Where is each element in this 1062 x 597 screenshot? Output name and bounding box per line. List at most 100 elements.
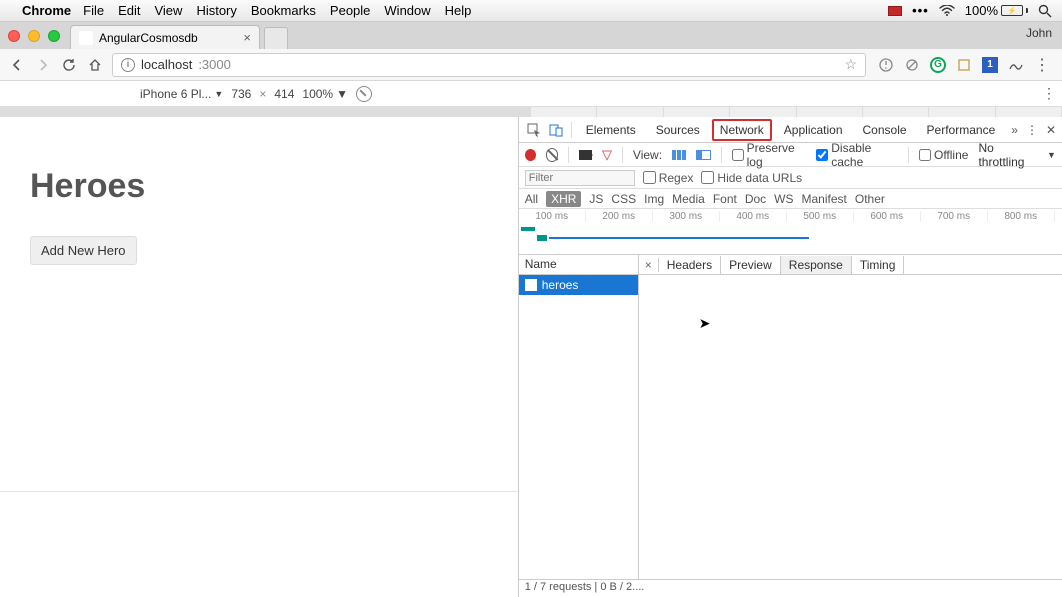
menu-view[interactable]: View: [154, 3, 182, 18]
menu-edit[interactable]: Edit: [118, 3, 140, 18]
network-timeline[interactable]: 100 ms 200 ms 300 ms 400 ms 500 ms 600 m…: [519, 209, 1062, 255]
battery-percent: 100%: [965, 3, 998, 18]
clear-icon[interactable]: [546, 148, 559, 162]
device-select[interactable]: iPhone 6 Pl...▼: [140, 87, 223, 101]
detail-body: ➤: [639, 275, 1062, 579]
detail-tab-preview[interactable]: Preview: [721, 256, 781, 274]
type-other[interactable]: Other: [855, 192, 885, 206]
type-xhr[interactable]: XHR: [546, 191, 581, 207]
chrome-menu-icon[interactable]: ⋮: [1034, 57, 1050, 73]
home-button[interactable]: [86, 56, 104, 74]
menu-history[interactable]: History: [196, 3, 236, 18]
type-doc[interactable]: Doc: [745, 192, 766, 206]
device-width[interactable]: 736: [231, 87, 251, 101]
chevron-down-icon[interactable]: ▼: [1047, 150, 1056, 160]
menu-people[interactable]: People: [330, 3, 370, 18]
forward-button[interactable]: [34, 56, 52, 74]
menubar-extra-icon[interactable]: •••: [912, 3, 929, 18]
more-tabs-icon[interactable]: »: [1007, 123, 1022, 137]
app-content: Heroes Add New Hero: [0, 117, 518, 315]
devtools: Elements Sources Network Application Con…: [519, 117, 1062, 597]
tab-sources[interactable]: Sources: [648, 119, 708, 141]
spotlight-icon[interactable]: [1038, 4, 1052, 18]
site-info-icon[interactable]: i: [121, 58, 135, 72]
filter-icon[interactable]: ▽: [602, 147, 612, 163]
tab-network[interactable]: Network: [712, 119, 772, 141]
detail-tab-timing[interactable]: Timing: [852, 256, 905, 274]
filter-input[interactable]: [525, 170, 635, 186]
extension-icon-2[interactable]: [904, 57, 920, 73]
extension-icon-6[interactable]: [1008, 57, 1024, 73]
address-bar: i localhost:3000 ☆ G 1 ⋮: [0, 49, 1062, 81]
regex-checkbox[interactable]: Regex: [643, 171, 694, 185]
record-icon[interactable]: [525, 149, 536, 161]
screenshot-icon[interactable]: [579, 150, 592, 160]
hide-data-urls-checkbox[interactable]: Hide data URLs: [701, 171, 802, 185]
menu-bookmarks[interactable]: Bookmarks: [251, 3, 316, 18]
timeline-tick: 500 ms: [787, 211, 854, 222]
add-new-hero-button[interactable]: Add New Hero: [30, 236, 137, 265]
request-row[interactable]: heroes: [519, 275, 638, 295]
overview-icon[interactable]: [696, 150, 711, 160]
new-tab-button[interactable]: [264, 27, 288, 49]
battery-indicator[interactable]: 100% ⚡: [965, 3, 1028, 18]
rotate-icon[interactable]: [356, 86, 372, 102]
back-button[interactable]: [8, 56, 26, 74]
omnibox[interactable]: i localhost:3000 ☆: [112, 53, 866, 77]
network-toolbar: ▽ View: Preserve log Disable cache Offli…: [519, 143, 1062, 167]
wifi-icon[interactable]: [939, 5, 955, 17]
devtools-tabbar: Elements Sources Network Application Con…: [519, 117, 1062, 143]
detail-tab-headers[interactable]: Headers: [659, 256, 721, 274]
type-all[interactable]: All: [525, 192, 538, 206]
type-img[interactable]: Img: [644, 192, 664, 206]
tab-close-icon[interactable]: ×: [243, 30, 251, 45]
tab-console[interactable]: Console: [855, 119, 915, 141]
type-js[interactable]: JS: [589, 192, 603, 206]
menubar-app[interactable]: Chrome: [22, 3, 71, 18]
menu-help[interactable]: Help: [445, 3, 472, 18]
url-port: :3000: [198, 57, 231, 72]
window-zoom-icon[interactable]: [48, 30, 60, 42]
tab-application[interactable]: Application: [776, 119, 851, 141]
device-height[interactable]: 414: [274, 87, 294, 101]
type-ws[interactable]: WS: [774, 192, 793, 206]
detail-tab-response[interactable]: Response: [781, 256, 852, 274]
type-media[interactable]: Media: [672, 192, 705, 206]
type-manifest[interactable]: Manifest: [802, 192, 847, 206]
tab-favicon-icon: [79, 31, 93, 45]
offline-checkbox[interactable]: Offline: [919, 148, 968, 162]
throttling-select[interactable]: No throttling: [978, 141, 1037, 169]
window-minimize-icon[interactable]: [28, 30, 40, 42]
separator: [721, 147, 722, 163]
disable-cache-checkbox[interactable]: Disable cache: [816, 141, 898, 169]
separator: [568, 147, 569, 163]
type-css[interactable]: CSS: [611, 192, 636, 206]
devtools-close-icon[interactable]: ✕: [1046, 123, 1056, 137]
profile-name[interactable]: John: [1026, 26, 1052, 40]
tab-performance[interactable]: Performance: [919, 119, 1004, 141]
extension-icon-5[interactable]: 1: [982, 57, 998, 73]
browser-tab[interactable]: AngularCosmosdb ×: [70, 25, 260, 49]
status-indicator-icon[interactable]: [888, 6, 902, 16]
detail-close-icon[interactable]: ×: [639, 258, 659, 272]
window-close-icon[interactable]: [8, 30, 20, 42]
extension-icon-4[interactable]: [956, 57, 972, 73]
menu-window[interactable]: Window: [384, 3, 430, 18]
bookmark-star-icon[interactable]: ☆: [844, 56, 857, 73]
inspect-element-icon[interactable]: [525, 121, 543, 139]
type-font[interactable]: Font: [713, 192, 737, 206]
zoom-select[interactable]: 100%▼: [302, 87, 348, 101]
extension-icon-1[interactable]: [878, 57, 894, 73]
device-toolbar-menu-icon[interactable]: ⋮: [1042, 85, 1056, 102]
cursor-icon: ➤: [699, 315, 711, 332]
devtools-menu-icon[interactable]: ⋮: [1026, 123, 1038, 137]
name-column-header[interactable]: Name: [519, 255, 638, 275]
menu-file[interactable]: File: [83, 3, 104, 18]
extension-icon-3[interactable]: G: [930, 57, 946, 73]
large-rows-icon[interactable]: [672, 150, 686, 160]
network-filter-row: Regex Hide data URLs: [519, 167, 1062, 189]
toggle-device-icon[interactable]: [547, 121, 565, 139]
tab-elements[interactable]: Elements: [578, 119, 644, 141]
preserve-log-checkbox[interactable]: Preserve log: [732, 141, 807, 169]
reload-button[interactable]: [60, 56, 78, 74]
